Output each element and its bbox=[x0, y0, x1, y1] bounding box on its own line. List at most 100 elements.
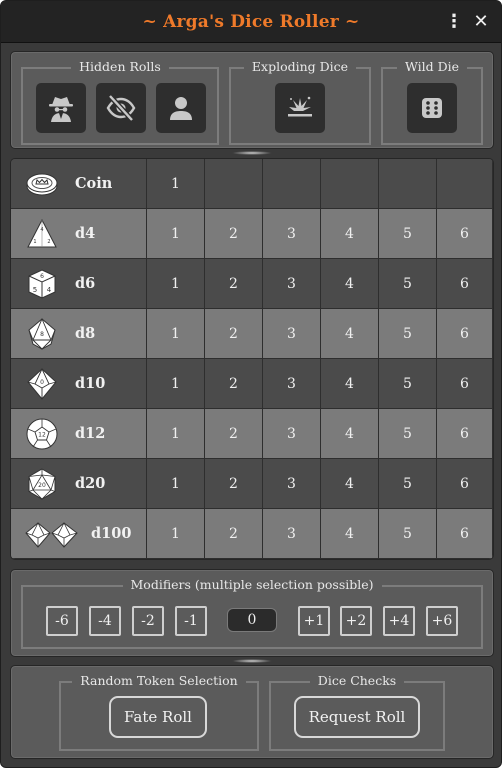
die-value-cell[interactable]: 3 bbox=[263, 459, 321, 509]
die-value-cell[interactable]: 4 bbox=[321, 509, 379, 559]
d8-icon: 8 bbox=[28, 317, 56, 350]
svg-text:5: 5 bbox=[33, 286, 37, 294]
dice-row-coin: Coin 1 bbox=[11, 159, 493, 209]
die-value-cell[interactable]: 3 bbox=[263, 509, 321, 559]
die-value-cell[interactable]: 2 bbox=[205, 309, 263, 359]
kebab-menu-icon[interactable]: ⋮ bbox=[442, 9, 466, 33]
die-value-cell[interactable]: 6 bbox=[437, 259, 493, 309]
d10-icon: 0 bbox=[27, 367, 57, 400]
die-value-cell[interactable]: 3 bbox=[263, 359, 321, 409]
hidden-rolls-group: Hidden Rolls bbox=[21, 59, 219, 145]
modifier-minus-2-button[interactable]: -2 bbox=[132, 606, 164, 636]
die-value-cell[interactable]: 5 bbox=[379, 509, 437, 559]
request-roll-button[interactable]: Request Roll bbox=[294, 696, 420, 738]
die-value-cell[interactable]: 1 bbox=[147, 509, 205, 559]
d12-icon: 12 bbox=[26, 418, 58, 450]
die-value-cell[interactable]: 3 bbox=[263, 309, 321, 359]
die-value-cell[interactable]: 5 bbox=[379, 459, 437, 509]
die-value-cell[interactable]: 4 bbox=[321, 259, 379, 309]
die-value-cell[interactable]: 6 bbox=[437, 409, 493, 459]
die-value-cell[interactable]: 4 bbox=[321, 359, 379, 409]
die-value-cell[interactable]: 2 bbox=[205, 209, 263, 259]
modifier-minus-6-button[interactable]: -6 bbox=[46, 606, 78, 636]
die-value-cell[interactable]: 6 bbox=[437, 309, 493, 359]
hidden-roll-blind-button[interactable] bbox=[96, 83, 146, 133]
die-label: d10 bbox=[75, 375, 106, 392]
empty-cell bbox=[437, 159, 493, 209]
modifier-plus-2-button[interactable]: +2 bbox=[340, 606, 372, 636]
die-value-cell[interactable]: 2 bbox=[205, 259, 263, 309]
die-value-cell[interactable]: 5 bbox=[379, 259, 437, 309]
die-label: d100 bbox=[91, 525, 132, 542]
dice-row-d4: 4 1 2 d4 1 2 3 4 5 6 bbox=[11, 209, 493, 259]
exploding-dice-button[interactable] bbox=[275, 83, 325, 133]
coin-icon bbox=[26, 173, 58, 196]
svg-text:0: 0 bbox=[40, 379, 44, 386]
modifier-plus-1-button[interactable]: +1 bbox=[298, 606, 330, 636]
empty-cell bbox=[321, 159, 379, 209]
svg-text:12: 12 bbox=[38, 432, 46, 439]
die-value-cell[interactable]: 1 bbox=[147, 409, 205, 459]
die-value-cell[interactable]: 4 bbox=[321, 459, 379, 509]
fate-roll-button[interactable]: Fate Roll bbox=[109, 696, 207, 738]
modifier-plus-6-button[interactable]: +6 bbox=[426, 606, 458, 636]
hidden-roll-self-button[interactable] bbox=[156, 83, 206, 133]
die-value-cell[interactable]: 6 bbox=[437, 209, 493, 259]
exploding-dice-legend: Exploding Dice bbox=[243, 59, 357, 74]
die-value-cell[interactable]: 3 bbox=[263, 259, 321, 309]
die-cell: 6 5 4 d6 bbox=[11, 259, 147, 309]
hidden-roll-gm-button[interactable] bbox=[36, 83, 86, 133]
wild-die-legend: Wild Die bbox=[396, 59, 468, 74]
die-value-cell[interactable]: 1 bbox=[147, 209, 205, 259]
die-value-cell[interactable]: 5 bbox=[379, 309, 437, 359]
die-value-cell[interactable]: 2 bbox=[205, 459, 263, 509]
modifier-minus-1-button[interactable]: -1 bbox=[175, 606, 207, 636]
die-label: d20 bbox=[75, 475, 106, 492]
title-bar[interactable]: ~ Arga's Dice Roller ~ ⋮ ✕ bbox=[1, 1, 501, 43]
die-value-cell[interactable]: 6 bbox=[437, 509, 493, 559]
die-value-cell[interactable]: 6 bbox=[437, 459, 493, 509]
svg-text:8: 8 bbox=[40, 331, 44, 338]
modifier-minus-4-button[interactable]: -4 bbox=[89, 606, 121, 636]
dice-row-d10: 0 d10 1 2 3 4 5 6 bbox=[11, 359, 493, 409]
die-value-cell[interactable]: 2 bbox=[205, 409, 263, 459]
modifier-total-field[interactable]: 0 bbox=[227, 608, 277, 632]
die-value-cell[interactable]: 5 bbox=[379, 409, 437, 459]
die-label: Coin bbox=[75, 175, 113, 192]
die-label: d6 bbox=[75, 275, 96, 292]
die-value-cell[interactable]: 1 bbox=[147, 259, 205, 309]
d100-icon bbox=[25, 522, 78, 548]
svg-text:4: 4 bbox=[47, 286, 52, 294]
dice-icon bbox=[422, 98, 442, 118]
modifier-plus-4-button[interactable]: +4 bbox=[383, 606, 415, 636]
hidden-rolls-legend: Hidden Rolls bbox=[71, 59, 169, 74]
svg-text:4: 4 bbox=[40, 227, 43, 233]
die-label: d8 bbox=[75, 325, 96, 342]
dice-table: Coin 1 4 1 2 d4 1 2 3 4 5 6 6 5 4 d6 1 2… bbox=[10, 158, 494, 560]
roll-options-panel: Hidden Rolls Exploding Dice Wild Die bbox=[10, 51, 494, 149]
die-value-cell[interactable]: 3 bbox=[263, 409, 321, 459]
die-value-cell[interactable]: 2 bbox=[205, 509, 263, 559]
die-value-cell[interactable]: 2 bbox=[205, 359, 263, 409]
die-value-cell[interactable]: 4 bbox=[321, 209, 379, 259]
divider bbox=[232, 659, 272, 663]
dice-row-d20: 20 d20 1 2 3 4 5 6 bbox=[11, 459, 493, 509]
die-value-cell[interactable]: 3 bbox=[263, 209, 321, 259]
wild-die-button[interactable] bbox=[407, 83, 457, 133]
die-value-cell[interactable]: 4 bbox=[321, 309, 379, 359]
die-value-cell[interactable]: 1 bbox=[147, 159, 205, 209]
dice-row-d12: 12 d12 1 2 3 4 5 6 bbox=[11, 409, 493, 459]
die-value-cell[interactable]: 5 bbox=[379, 209, 437, 259]
die-value-cell[interactable]: 4 bbox=[321, 409, 379, 459]
die-cell: 0 d10 bbox=[11, 359, 147, 409]
dice-checks-legend: Dice Checks bbox=[309, 673, 405, 688]
actions-panel: Random Token Selection Fate Roll Dice Ch… bbox=[10, 665, 494, 759]
die-value-cell[interactable]: 1 bbox=[147, 459, 205, 509]
die-cell: 4 1 2 d4 bbox=[11, 209, 147, 259]
close-icon[interactable]: ✕ bbox=[469, 9, 493, 33]
die-value-cell[interactable]: 6 bbox=[437, 359, 493, 409]
die-value-cell[interactable]: 1 bbox=[147, 359, 205, 409]
svg-text:6: 6 bbox=[40, 273, 44, 280]
die-value-cell[interactable]: 5 bbox=[379, 359, 437, 409]
die-value-cell[interactable]: 1 bbox=[147, 309, 205, 359]
